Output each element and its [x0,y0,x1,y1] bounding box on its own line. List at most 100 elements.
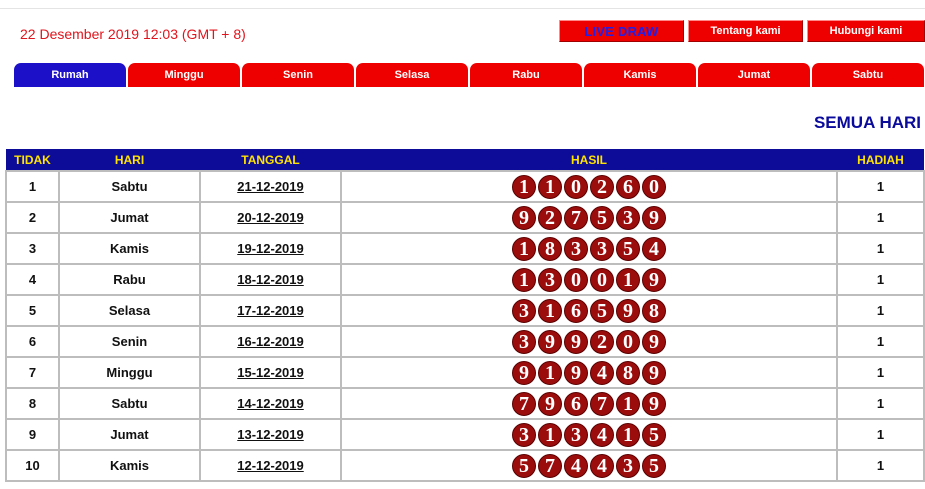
result-digit-ball: 0 [564,174,588,199]
result-balls: 574435 [342,453,836,478]
result-digit-ball: 6 [616,174,640,199]
result-digit-ball: 9 [642,205,666,230]
result-digit-ball: 4 [590,422,614,447]
row-date-link[interactable]: 21-12-2019 [199,170,342,203]
row-prize: 1 [836,325,925,358]
table-row: 4 Rabu 18-12-2019 1 3 0 0 1 9 1 [5,263,925,296]
result-balls: 183354 [342,236,836,261]
row-result: 130019 [340,263,838,296]
tab-rabu[interactable]: Rabu [470,63,582,87]
section-title: SEMUA HARI [813,113,921,132]
row-number: 7 [5,356,60,389]
row-result: 316598 [340,294,838,327]
result-digit-ball: 3 [512,422,536,447]
row-number: 2 [5,201,60,234]
row-result: 796719 [340,387,838,420]
table-row: 9 Jumat 13-12-2019 3 1 3 4 1 5 1 [5,418,925,451]
tab-senin[interactable]: Senin [242,63,354,87]
result-digit-ball: 5 [642,453,666,478]
live-draw-button[interactable]: LIVE DRAW [559,20,684,42]
table-row: 3 Kamis 19-12-2019 1 8 3 3 5 4 1 [5,232,925,265]
row-result: 927539 [340,201,838,234]
row-date-link[interactable]: 14-12-2019 [199,387,342,420]
result-digit-ball: 9 [538,329,562,354]
row-prize: 1 [836,232,925,265]
result-digit-ball: 7 [564,205,588,230]
row-prize: 1 [836,356,925,389]
result-digit-ball: 2 [538,205,562,230]
row-number: 10 [5,449,60,482]
row-result: 574435 [340,449,838,482]
row-day: Sabtu [58,387,201,420]
row-prize: 1 [836,387,925,420]
result-balls: 927539 [342,205,836,230]
row-date-link[interactable]: 15-12-2019 [199,356,342,389]
row-day: Jumat [58,418,201,451]
top-divider [0,8,925,9]
result-digit-ball: 9 [512,360,536,385]
result-digit-ball: 4 [642,236,666,261]
result-digit-ball: 3 [564,236,588,261]
row-date-link[interactable]: 13-12-2019 [199,418,342,451]
table-row: 1 Sabtu 21-12-2019 1 1 0 2 6 0 1 [5,170,925,203]
result-digit-ball: 9 [564,329,588,354]
result-balls: 130019 [342,267,836,292]
column-header-hadiah: HADIAH [837,149,924,171]
tab-rumah[interactable]: Rumah [14,63,126,87]
row-date-link[interactable]: 17-12-2019 [199,294,342,327]
result-digit-ball: 3 [564,422,588,447]
row-day: Rabu [58,263,201,296]
tab-sabtu[interactable]: Sabtu [812,63,924,87]
row-date-link[interactable]: 20-12-2019 [199,201,342,234]
tab-minggu[interactable]: Minggu [128,63,240,87]
row-date-link[interactable]: 16-12-2019 [199,325,342,358]
row-prize: 1 [836,294,925,327]
result-digit-ball: 1 [538,360,562,385]
result-digit-ball: 9 [642,360,666,385]
result-digit-ball: 1 [512,267,536,292]
row-date-link[interactable]: 18-12-2019 [199,263,342,296]
row-day: Selasa [58,294,201,327]
result-digit-ball: 7 [590,391,614,416]
top-button-bar: LIVE DRAW Tentang kami Hubungi kami [559,20,925,42]
result-digit-ball: 0 [642,174,666,199]
result-balls: 919489 [342,360,836,385]
tab-kamis[interactable]: Kamis [584,63,696,87]
row-day: Kamis [58,449,201,482]
column-header-tidak: TIDAK [6,149,59,171]
result-digit-ball: 6 [564,391,588,416]
result-balls: 399209 [342,329,836,354]
row-prize: 1 [836,201,925,234]
result-digit-ball: 4 [564,453,588,478]
result-digit-ball: 1 [512,174,536,199]
row-date-link[interactable]: 19-12-2019 [199,232,342,265]
result-digit-ball: 8 [538,236,562,261]
result-digit-ball: 1 [616,267,640,292]
result-digit-ball: 4 [590,453,614,478]
hubungi-kami-button[interactable]: Hubungi kami [807,20,925,42]
result-digit-ball: 8 [616,360,640,385]
result-digit-ball: 2 [590,174,614,199]
result-balls: 313415 [342,422,836,447]
row-day: Jumat [58,201,201,234]
result-digit-ball: 4 [590,360,614,385]
result-digit-ball: 5 [590,298,614,323]
tab-jumat[interactable]: Jumat [698,63,810,87]
tentang-kami-button[interactable]: Tentang kami [688,20,803,42]
column-header-hari: HARI [59,149,200,171]
result-balls: 110260 [342,174,836,199]
row-number: 4 [5,263,60,296]
row-number: 6 [5,325,60,358]
result-digit-ball: 9 [512,205,536,230]
table-row: 8 Sabtu 14-12-2019 7 9 6 7 1 9 1 [5,387,925,420]
column-header-hasil: HASIL [341,149,837,171]
result-digit-ball: 3 [616,453,640,478]
row-day: Minggu [58,356,201,389]
row-date-link[interactable]: 12-12-2019 [199,449,342,482]
result-digit-ball: 9 [642,267,666,292]
row-prize: 1 [836,418,925,451]
result-balls: 796719 [342,391,836,416]
result-digit-ball: 9 [616,298,640,323]
tab-selasa[interactable]: Selasa [356,63,468,87]
result-digit-ball: 9 [642,391,666,416]
